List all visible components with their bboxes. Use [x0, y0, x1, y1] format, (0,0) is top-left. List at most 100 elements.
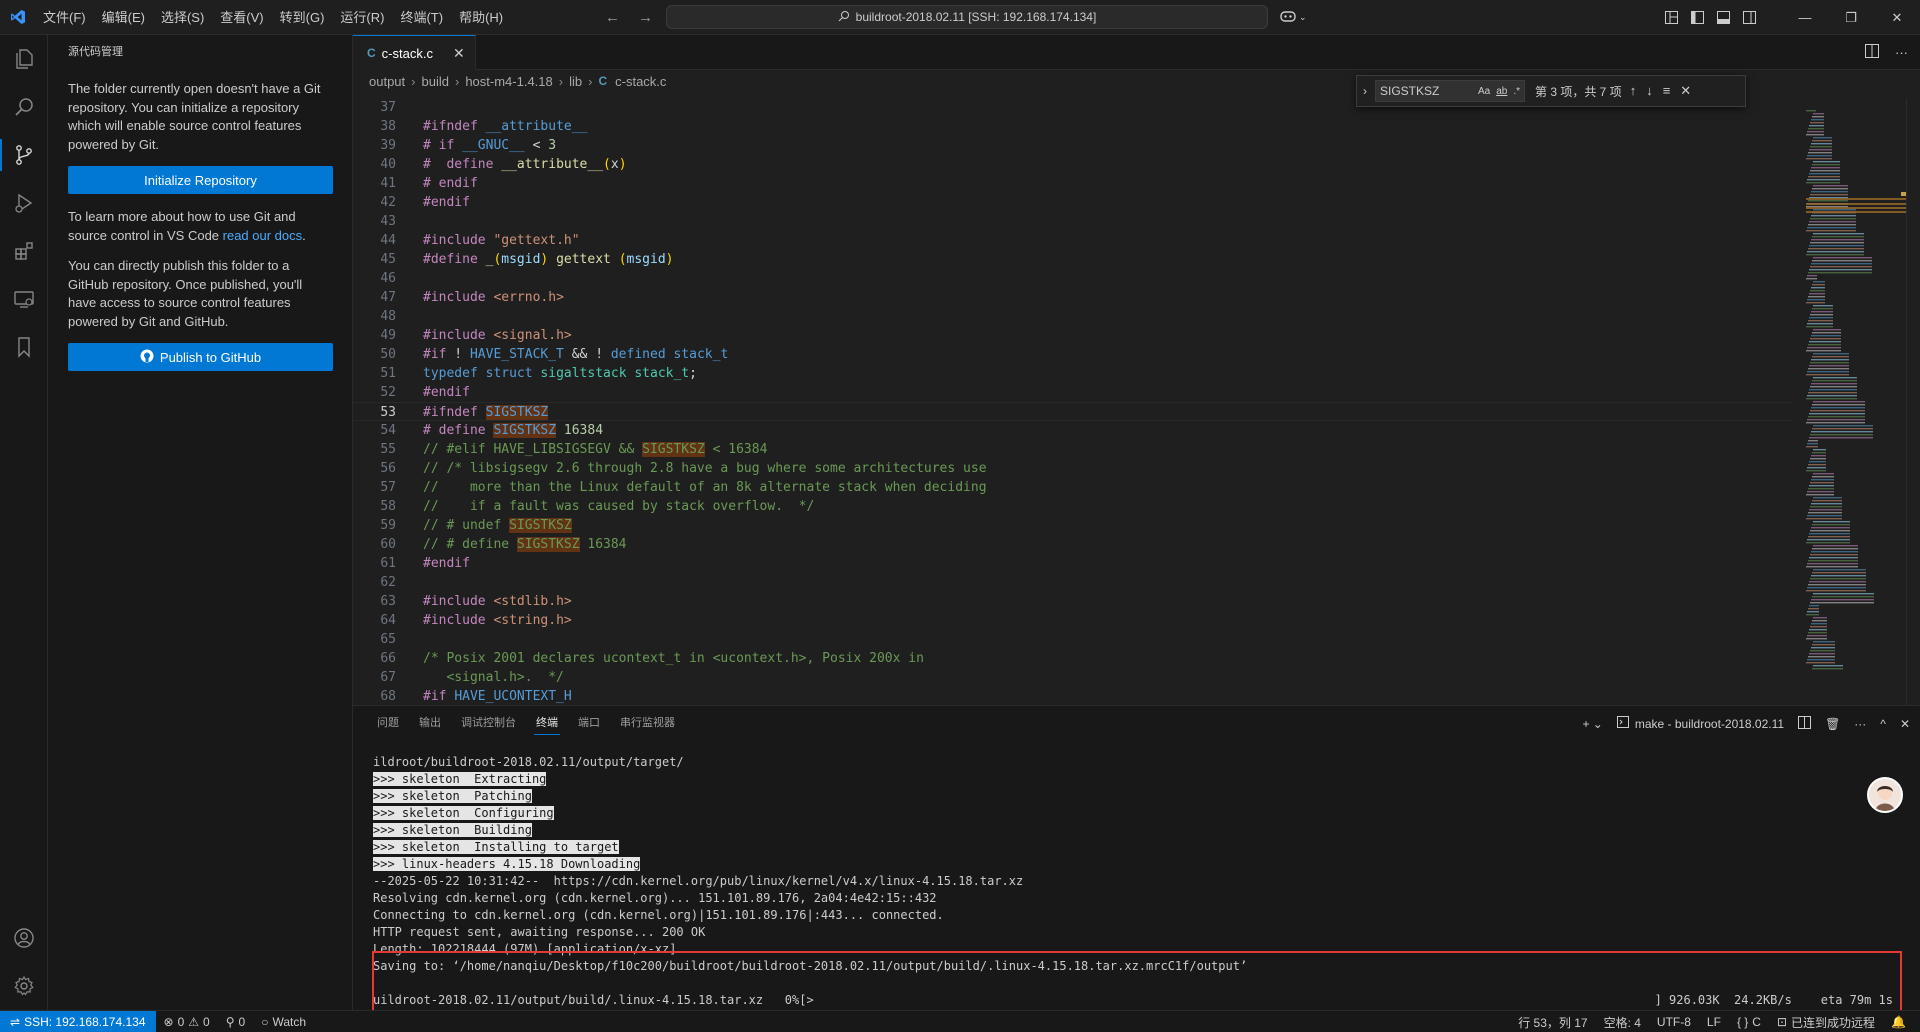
code-line[interactable]: 38 #ifndef __attribute__: [353, 117, 1793, 136]
code-line[interactable]: 47 #include <errno.h>: [353, 288, 1793, 307]
menu-item[interactable]: 文件(F): [35, 0, 94, 35]
code-line[interactable]: 48: [353, 307, 1793, 326]
restore-icon[interactable]: ❐: [1828, 0, 1874, 35]
code-line[interactable]: 49 #include <signal.h>: [353, 326, 1793, 345]
code-line[interactable]: 62: [353, 573, 1793, 592]
minimap[interactable]: [1806, 110, 1906, 670]
menu-item[interactable]: 转到(G): [272, 0, 333, 35]
close-panel-icon[interactable]: ✕: [1900, 717, 1910, 731]
problems-indicator[interactable]: ⊗ 0 ⚠ 0: [156, 1015, 218, 1029]
customize-layout-icon[interactable]: [1658, 0, 1684, 35]
code-line[interactable]: 56 // /* libsigsegv 2.6 through 2.8 have …: [353, 459, 1793, 478]
settings-gear-icon[interactable]: [0, 962, 48, 1010]
panel-tab[interactable]: 串行监视器: [610, 706, 685, 741]
ports-indicator[interactable]: ⚲ 0: [218, 1015, 253, 1029]
close-window-icon[interactable]: ✕: [1874, 0, 1920, 35]
maximize-panel-icon[interactable]: ^: [1880, 717, 1886, 731]
breadcrumb-item[interactable]: output: [369, 74, 405, 89]
split-editor-icon[interactable]: [1865, 44, 1879, 61]
code-line[interactable]: 65: [353, 630, 1793, 649]
previous-match-icon[interactable]: ↑: [1630, 83, 1637, 99]
copilot-button[interactable]: ⌄: [1280, 0, 1307, 35]
extensions-icon[interactable]: [0, 227, 48, 275]
match-whole-word-icon[interactable]: ab: [1496, 86, 1507, 97]
explorer-icon[interactable]: [0, 35, 48, 83]
toggle-panel-icon[interactable]: [1710, 0, 1736, 35]
indentation[interactable]: 空格: 4: [1596, 1014, 1649, 1031]
menu-item[interactable]: 终端(T): [392, 0, 451, 35]
toggle-replace-chevron-icon[interactable]: ›: [1363, 84, 1367, 98]
toggle-sidebar-icon[interactable]: [1684, 0, 1710, 35]
forward-arrow-icon[interactable]: →: [638, 9, 653, 26]
code-line[interactable]: 67 <signal.h>. */: [353, 668, 1793, 687]
use-regex-icon[interactable]: .*: [1513, 86, 1520, 97]
editor-scrollbar[interactable]: [1906, 98, 1920, 705]
code-line[interactable]: 64 #include <string.h>: [353, 611, 1793, 630]
code-line[interactable]: 42 #endif: [353, 193, 1793, 212]
code-line[interactable]: 59 // # undef SIGSTKSZ: [353, 516, 1793, 535]
remote-indicator[interactable]: ⇌ SSH: 192.168.174.134: [0, 1010, 156, 1032]
code-line[interactable]: 43: [353, 212, 1793, 231]
code-line[interactable]: 53 #ifndef SIGSTKSZ: [353, 402, 1793, 421]
minimize-icon[interactable]: —: [1782, 0, 1828, 35]
find-in-selection-icon[interactable]: ≡: [1663, 83, 1671, 99]
panel-tab[interactable]: 调试控制台: [451, 706, 526, 741]
code-line[interactable]: 60 // # define SIGSTKSZ 16384: [353, 535, 1793, 554]
code-line[interactable]: 55 // #elif HAVE_LIBSIGSEGV && SIGSTKSZ <…: [353, 440, 1793, 459]
command-center[interactable]: buildroot-2018.02.11 [SSH: 192.168.174.1…: [666, 5, 1268, 29]
run-debug-icon[interactable]: [0, 179, 48, 227]
accounts-icon[interactable]: [0, 914, 48, 962]
panel-tab[interactable]: 问题: [367, 706, 409, 741]
cursor-position[interactable]: 行 53，列 17: [1510, 1014, 1595, 1031]
code-line[interactable]: 46: [353, 269, 1793, 288]
source-control-icon[interactable]: [0, 131, 48, 179]
new-terminal-icon[interactable]: + ⌄: [1582, 717, 1602, 731]
code-line[interactable]: 41 # endif: [353, 174, 1793, 193]
close-tab-icon[interactable]: ✕: [453, 45, 465, 62]
code-line[interactable]: 52 #endif: [353, 383, 1793, 402]
menu-item[interactable]: 帮助(H): [451, 0, 511, 35]
encoding[interactable]: UTF-8: [1649, 1015, 1699, 1029]
panel-tab[interactable]: 端口: [568, 706, 610, 741]
kill-terminal-icon[interactable]: 🗑: [1825, 717, 1840, 731]
code-line[interactable]: 44 #include "gettext.h": [353, 231, 1793, 250]
avatar[interactable]: [1867, 777, 1903, 813]
code-editor[interactable]: 37 38 #ifndef __attribute__ 39 # if __GNUC__…: [353, 98, 1793, 705]
code-line[interactable]: 51 typedef struct sigaltstack stack_t;: [353, 364, 1793, 383]
back-arrow-icon[interactable]: ←: [605, 9, 620, 26]
menu-item[interactable]: 运行(R): [332, 0, 392, 35]
breadcrumb-item[interactable]: c-stack.c: [615, 74, 666, 89]
code-line[interactable]: 45 #define _(msgid) gettext (msgid): [353, 250, 1793, 269]
code-line[interactable]: 58 // if a fault was caused by stack over…: [353, 497, 1793, 516]
code-line[interactable]: 54 # define SIGSTKSZ 16384: [353, 421, 1793, 440]
next-match-icon[interactable]: ↓: [1646, 83, 1653, 99]
menu-item[interactable]: 编辑(E): [94, 0, 153, 35]
initialize-repository-button[interactable]: Initialize Repository: [68, 166, 333, 194]
language-mode[interactable]: { } C: [1729, 1015, 1769, 1029]
code-line[interactable]: 61 #endif: [353, 554, 1793, 573]
panel-tab[interactable]: 输出: [409, 706, 451, 741]
close-find-icon[interactable]: ✕: [1680, 83, 1691, 99]
find-input[interactable]: SIGSTKSZ Aa ab .*: [1375, 80, 1525, 102]
breadcrumb-item[interactable]: build: [422, 74, 449, 89]
more-actions-icon[interactable]: ···: [1895, 45, 1908, 60]
code-line[interactable]: 63 #include <stdlib.h>: [353, 592, 1793, 611]
menu-item[interactable]: 查看(V): [212, 0, 271, 35]
read-docs-link[interactable]: read our docs: [223, 228, 303, 243]
code-line[interactable]: 50 #if ! HAVE_STACK_T && ! defined stack_…: [353, 345, 1793, 364]
match-case-icon[interactable]: Aa: [1478, 86, 1490, 97]
notification-message[interactable]: ⊡ 已连到成功远程: [1769, 1014, 1883, 1031]
breadcrumb-item[interactable]: host-m4-1.4.18: [465, 74, 552, 89]
code-line[interactable]: 39 # if __GNUC__ < 3: [353, 136, 1793, 155]
code-line[interactable]: 57 // more than the Linux default of an 8…: [353, 478, 1793, 497]
watch-indicator[interactable]: ○ Watch: [253, 1015, 314, 1029]
end-of-line[interactable]: LF: [1699, 1015, 1729, 1029]
tab-c-stack[interactable]: C c-stack.c ✕: [353, 35, 476, 70]
terminal-name[interactable]: make - buildroot-2018.02.11: [1635, 717, 1784, 731]
notifications-bell-icon[interactable]: 🔔: [1883, 1015, 1914, 1029]
menu-item[interactable]: 选择(S): [153, 0, 212, 35]
toggle-secondary-sidebar-icon[interactable]: [1736, 0, 1762, 35]
split-terminal-icon[interactable]: [1798, 715, 1812, 732]
bookmarks-icon[interactable]: [0, 323, 48, 371]
search-icon[interactable]: [0, 83, 48, 131]
